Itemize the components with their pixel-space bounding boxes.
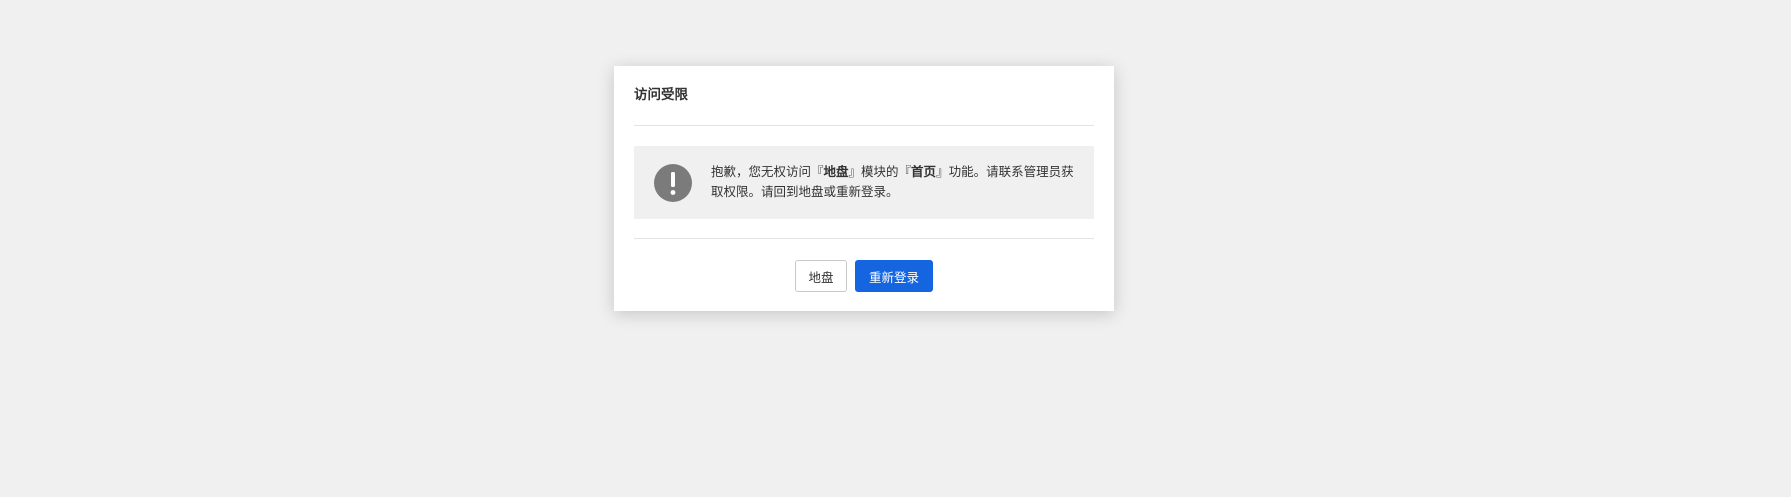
page-name: 首页 <box>911 164 937 179</box>
access-denied-dialog: 访问受限 抱歉，您无权访问『地盘』模块的『首页』功能。请联系管理员获取权限。请回… <box>614 66 1114 311</box>
header-divider <box>634 125 1094 126</box>
alert-message: 抱歉，您无权访问『地盘』模块的『首页』功能。请联系管理员获取权限。请回到地盘或重… <box>711 162 1078 202</box>
message-text-2: 』模块的『 <box>848 164 912 179</box>
module-name: 地盘 <box>823 164 849 179</box>
relogin-button[interactable]: 重新登录 <box>855 260 933 292</box>
footer-divider <box>634 238 1094 239</box>
alert-box: 抱歉，您无权访问『地盘』模块的『首页』功能。请联系管理员获取权限。请回到地盘或重… <box>634 146 1094 219</box>
dialog-title: 访问受限 <box>634 87 688 103</box>
message-text-1: 抱歉，您无权访问『 <box>711 164 824 179</box>
home-button[interactable]: 地盘 <box>795 260 847 292</box>
exclamation-circle-icon <box>654 164 692 202</box>
